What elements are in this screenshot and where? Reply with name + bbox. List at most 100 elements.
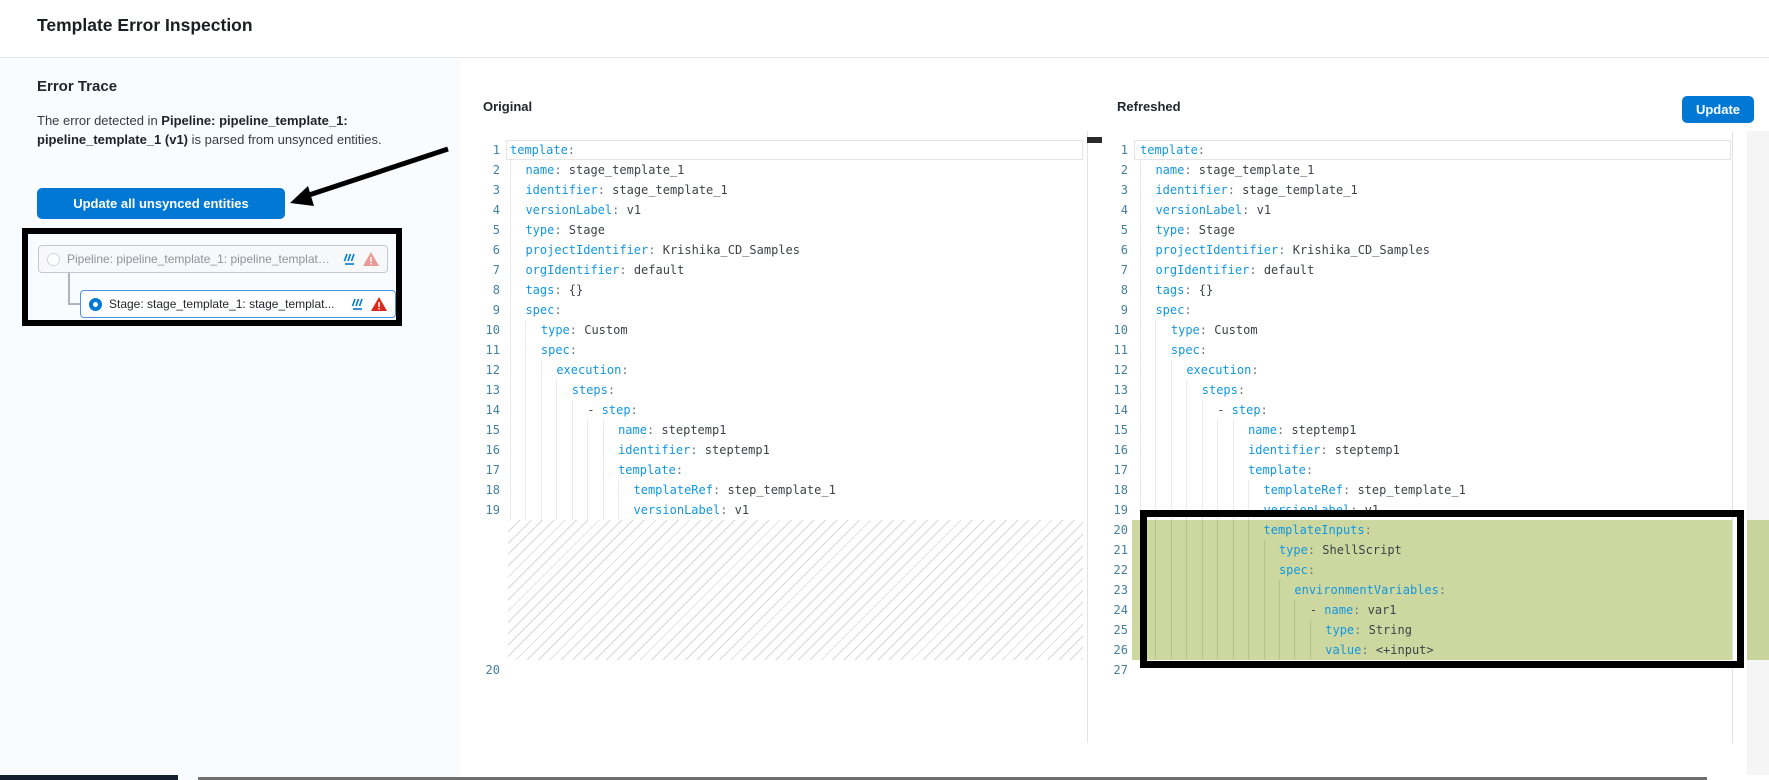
code-line[interactable]: 15name:steptemp1: [470, 420, 1083, 440]
indent-guide: [1171, 420, 1186, 440]
code-line[interactable]: 4versionLabel:v1: [1095, 200, 1732, 220]
code-line[interactable]: 5type:Stage: [1095, 220, 1732, 240]
code-line[interactable]: 10type:Custom: [470, 320, 1083, 340]
update-all-unsynced-button[interactable]: Update all unsynced entities: [37, 188, 285, 219]
code-line[interactable]: 14- step:: [470, 400, 1083, 420]
code-line[interactable]: 3identifier:stage_template_1: [470, 180, 1083, 200]
code-text: templateRef:step_template_1: [1140, 480, 1732, 500]
indent-guide: [1155, 420, 1170, 440]
diff-splitter-handle[interactable]: [1087, 137, 1102, 143]
code-line[interactable]: 11spec:: [470, 340, 1083, 360]
code-line[interactable]: 8tags:{}: [470, 280, 1083, 300]
code-line[interactable]: 9spec:: [1095, 300, 1732, 320]
code-line[interactable]: 8tags:{}: [1095, 280, 1732, 300]
indent-guide: [572, 500, 587, 520]
indent-guide: [525, 420, 540, 440]
line-number: 16: [470, 440, 500, 460]
code-line[interactable]: 16identifier:steptemp1: [1095, 440, 1732, 460]
indent-guide: [510, 180, 525, 200]
indent-guide: [510, 300, 525, 320]
line-number: 19: [470, 500, 500, 520]
code-text: tags:{}: [510, 280, 1083, 300]
code-line[interactable]: 3identifier:stage_template_1: [1095, 180, 1732, 200]
code-line[interactable]: 13steps:: [1095, 380, 1732, 400]
indent-guide: [572, 420, 587, 440]
code-text: type:Custom: [510, 320, 1083, 340]
update-button[interactable]: Update: [1682, 96, 1754, 123]
code-text: name:steptemp1: [1140, 420, 1732, 440]
code-line[interactable]: 19versionLabel:v1: [470, 500, 1083, 520]
code-line[interactable]: 5type:Stage: [470, 220, 1083, 240]
code-line[interactable]: 17template:: [1095, 460, 1732, 480]
code-line[interactable]: 17template:: [470, 460, 1083, 480]
code-line[interactable]: 2name:stage_template_1: [1095, 160, 1732, 180]
error-description-suffix: is parsed from unsynced entities.: [188, 132, 382, 147]
code-line[interactable]: 12execution:: [1095, 360, 1732, 380]
indent-guide: [603, 480, 618, 500]
indent-guide: [1202, 420, 1217, 440]
code-line[interactable]: 15name:steptemp1: [1095, 420, 1732, 440]
code-line[interactable]: 13steps:: [470, 380, 1083, 400]
code-line[interactable]: 10type:Custom: [1095, 320, 1732, 340]
indent-guide: [510, 240, 525, 260]
indent-guide: [1186, 400, 1201, 420]
code-line[interactable]: 11spec:: [1095, 340, 1732, 360]
indent-guide: [1140, 160, 1155, 180]
tree-node-pipeline[interactable]: Pipeline: pipeline_template_1: pipeline_…: [38, 245, 388, 273]
line-number: 6: [470, 240, 500, 260]
line-number: 18: [1095, 480, 1128, 500]
code-line[interactable]: 12execution:: [470, 360, 1083, 380]
code-text: spec:: [1140, 340, 1732, 360]
code-text: orgIdentifier:default: [1140, 260, 1732, 280]
code-line[interactable]: 2name:stage_template_1: [470, 160, 1083, 180]
line-number: 2: [1095, 160, 1128, 180]
indent-guide: [1140, 360, 1155, 380]
code-line[interactable]: 1template:: [1095, 140, 1732, 160]
indent-guide: [1202, 480, 1217, 500]
indent-guide: [1140, 280, 1155, 300]
indent-guide: [510, 380, 525, 400]
code-line[interactable]: 18 templateRef:step_template_1: [1095, 480, 1732, 500]
line-number: 9: [470, 300, 500, 320]
code-line[interactable]: 1template:: [470, 140, 1083, 160]
code-text: execution:: [510, 360, 1083, 380]
code-line[interactable]: 16identifier:steptemp1: [470, 440, 1083, 460]
indent-guide: [510, 500, 525, 520]
code-line[interactable]: 18templateRef:step_template_1: [470, 480, 1083, 500]
bottom-bar-dark: [0, 775, 178, 780]
code-text: template:: [510, 140, 1083, 160]
code-line[interactable]: 6projectIdentifier:Krishika_CD_Samples: [1095, 240, 1732, 260]
indent-guide: [541, 480, 556, 500]
indent-guide: [1248, 480, 1263, 500]
indent-guide: [1155, 340, 1170, 360]
radio-selected-icon[interactable]: [89, 298, 102, 311]
line-number: 26: [1095, 640, 1128, 660]
diff-splitter[interactable]: [1087, 131, 1088, 743]
indent-guide: [1155, 400, 1170, 420]
indent-guide: [1155, 380, 1170, 400]
code-text: name:steptemp1: [510, 420, 1083, 440]
code-line[interactable]: 9 spec:: [470, 300, 1083, 320]
indent-guide: [510, 440, 525, 460]
original-code-editor[interactable]: 1template:2name:stage_template_13identif…: [470, 140, 1083, 680]
code-line[interactable]: 20: [470, 660, 1083, 680]
code-line[interactable]: 14- step:: [1095, 400, 1732, 420]
code-line[interactable]: 7orgIdentifier:default: [470, 260, 1083, 280]
indent-guide: [603, 460, 618, 480]
indent-guide: [1186, 380, 1201, 400]
line-number: 17: [470, 460, 500, 480]
code-line[interactable]: 4versionLabel:v1: [470, 200, 1083, 220]
tree-node-stage[interactable]: Stage: stage_template_1: stage_templat..…: [80, 290, 396, 318]
code-line[interactable]: 6projectIdentifier:Krishika_CD_Samples: [470, 240, 1083, 260]
page-title: Template Error Inspection: [37, 15, 253, 36]
radio-unselected-icon[interactable]: [47, 253, 60, 266]
code-line[interactable]: 7 orgIdentifier:default: [1095, 260, 1732, 280]
indent-guide: [1217, 460, 1232, 480]
code-text: spec:: [510, 300, 1083, 320]
line-number: 6: [1095, 240, 1128, 260]
indent-guide: [572, 460, 587, 480]
line-number: 7: [1095, 260, 1128, 280]
code-text: [510, 660, 1083, 680]
overview-ruler[interactable]: [1747, 131, 1769, 775]
indent-guide: [525, 480, 540, 500]
